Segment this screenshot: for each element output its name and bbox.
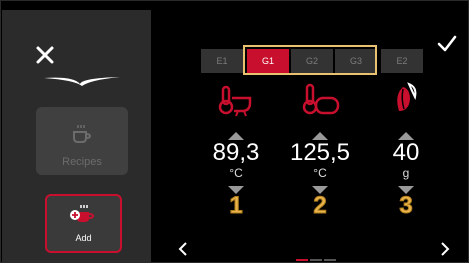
page-dot [324,259,336,261]
value-readout: 89,3 [212,139,260,166]
check-icon[interactable] [437,35,457,53]
parameter-column-1: 89,3 °C 1 [206,81,266,218]
logo-icon [44,77,120,86]
recipes-label: Recipes [62,156,102,168]
brew-group-temperature-icon [218,85,252,117]
page-dot [296,259,308,261]
sidebar: Recipes Add [2,10,151,262]
unit-label: °C [229,166,243,180]
unit-label: °C [313,166,327,180]
parameter-column-3: 40 g 3 [381,81,431,218]
parameter-column-2: 125,5 °C 2 [289,81,351,218]
page-indicator [296,248,338,262]
boiler-temperature-icon [302,83,340,115]
unit-label: g [402,166,410,180]
parameter-number: 1 [229,192,243,219]
add-button[interactable]: Add [45,194,122,253]
chevron-right-icon[interactable] [440,241,450,257]
value-readout: 40 [392,139,420,166]
tab-e1[interactable]: E1 [201,49,243,73]
coffee-cup-icon [73,125,92,143]
close-icon[interactable] [35,45,55,65]
tab-e2[interactable]: E2 [381,49,423,73]
page-dot [310,259,322,261]
chevron-left-icon[interactable] [178,241,188,257]
parameter-number: 2 [313,192,327,219]
screen: Recipes Add E1 G1 G2 G3 E2 89,3 °C 1 125… [0,0,469,263]
coffee-dose-icon [397,82,417,111]
add-cup-icon [70,205,95,222]
parameter-number: 3 [399,192,413,219]
value-readout: 125,5 [289,139,351,166]
selection-highlight [243,45,377,75]
add-label: Add [75,233,92,243]
recipes-button[interactable]: Recipes [36,107,128,175]
